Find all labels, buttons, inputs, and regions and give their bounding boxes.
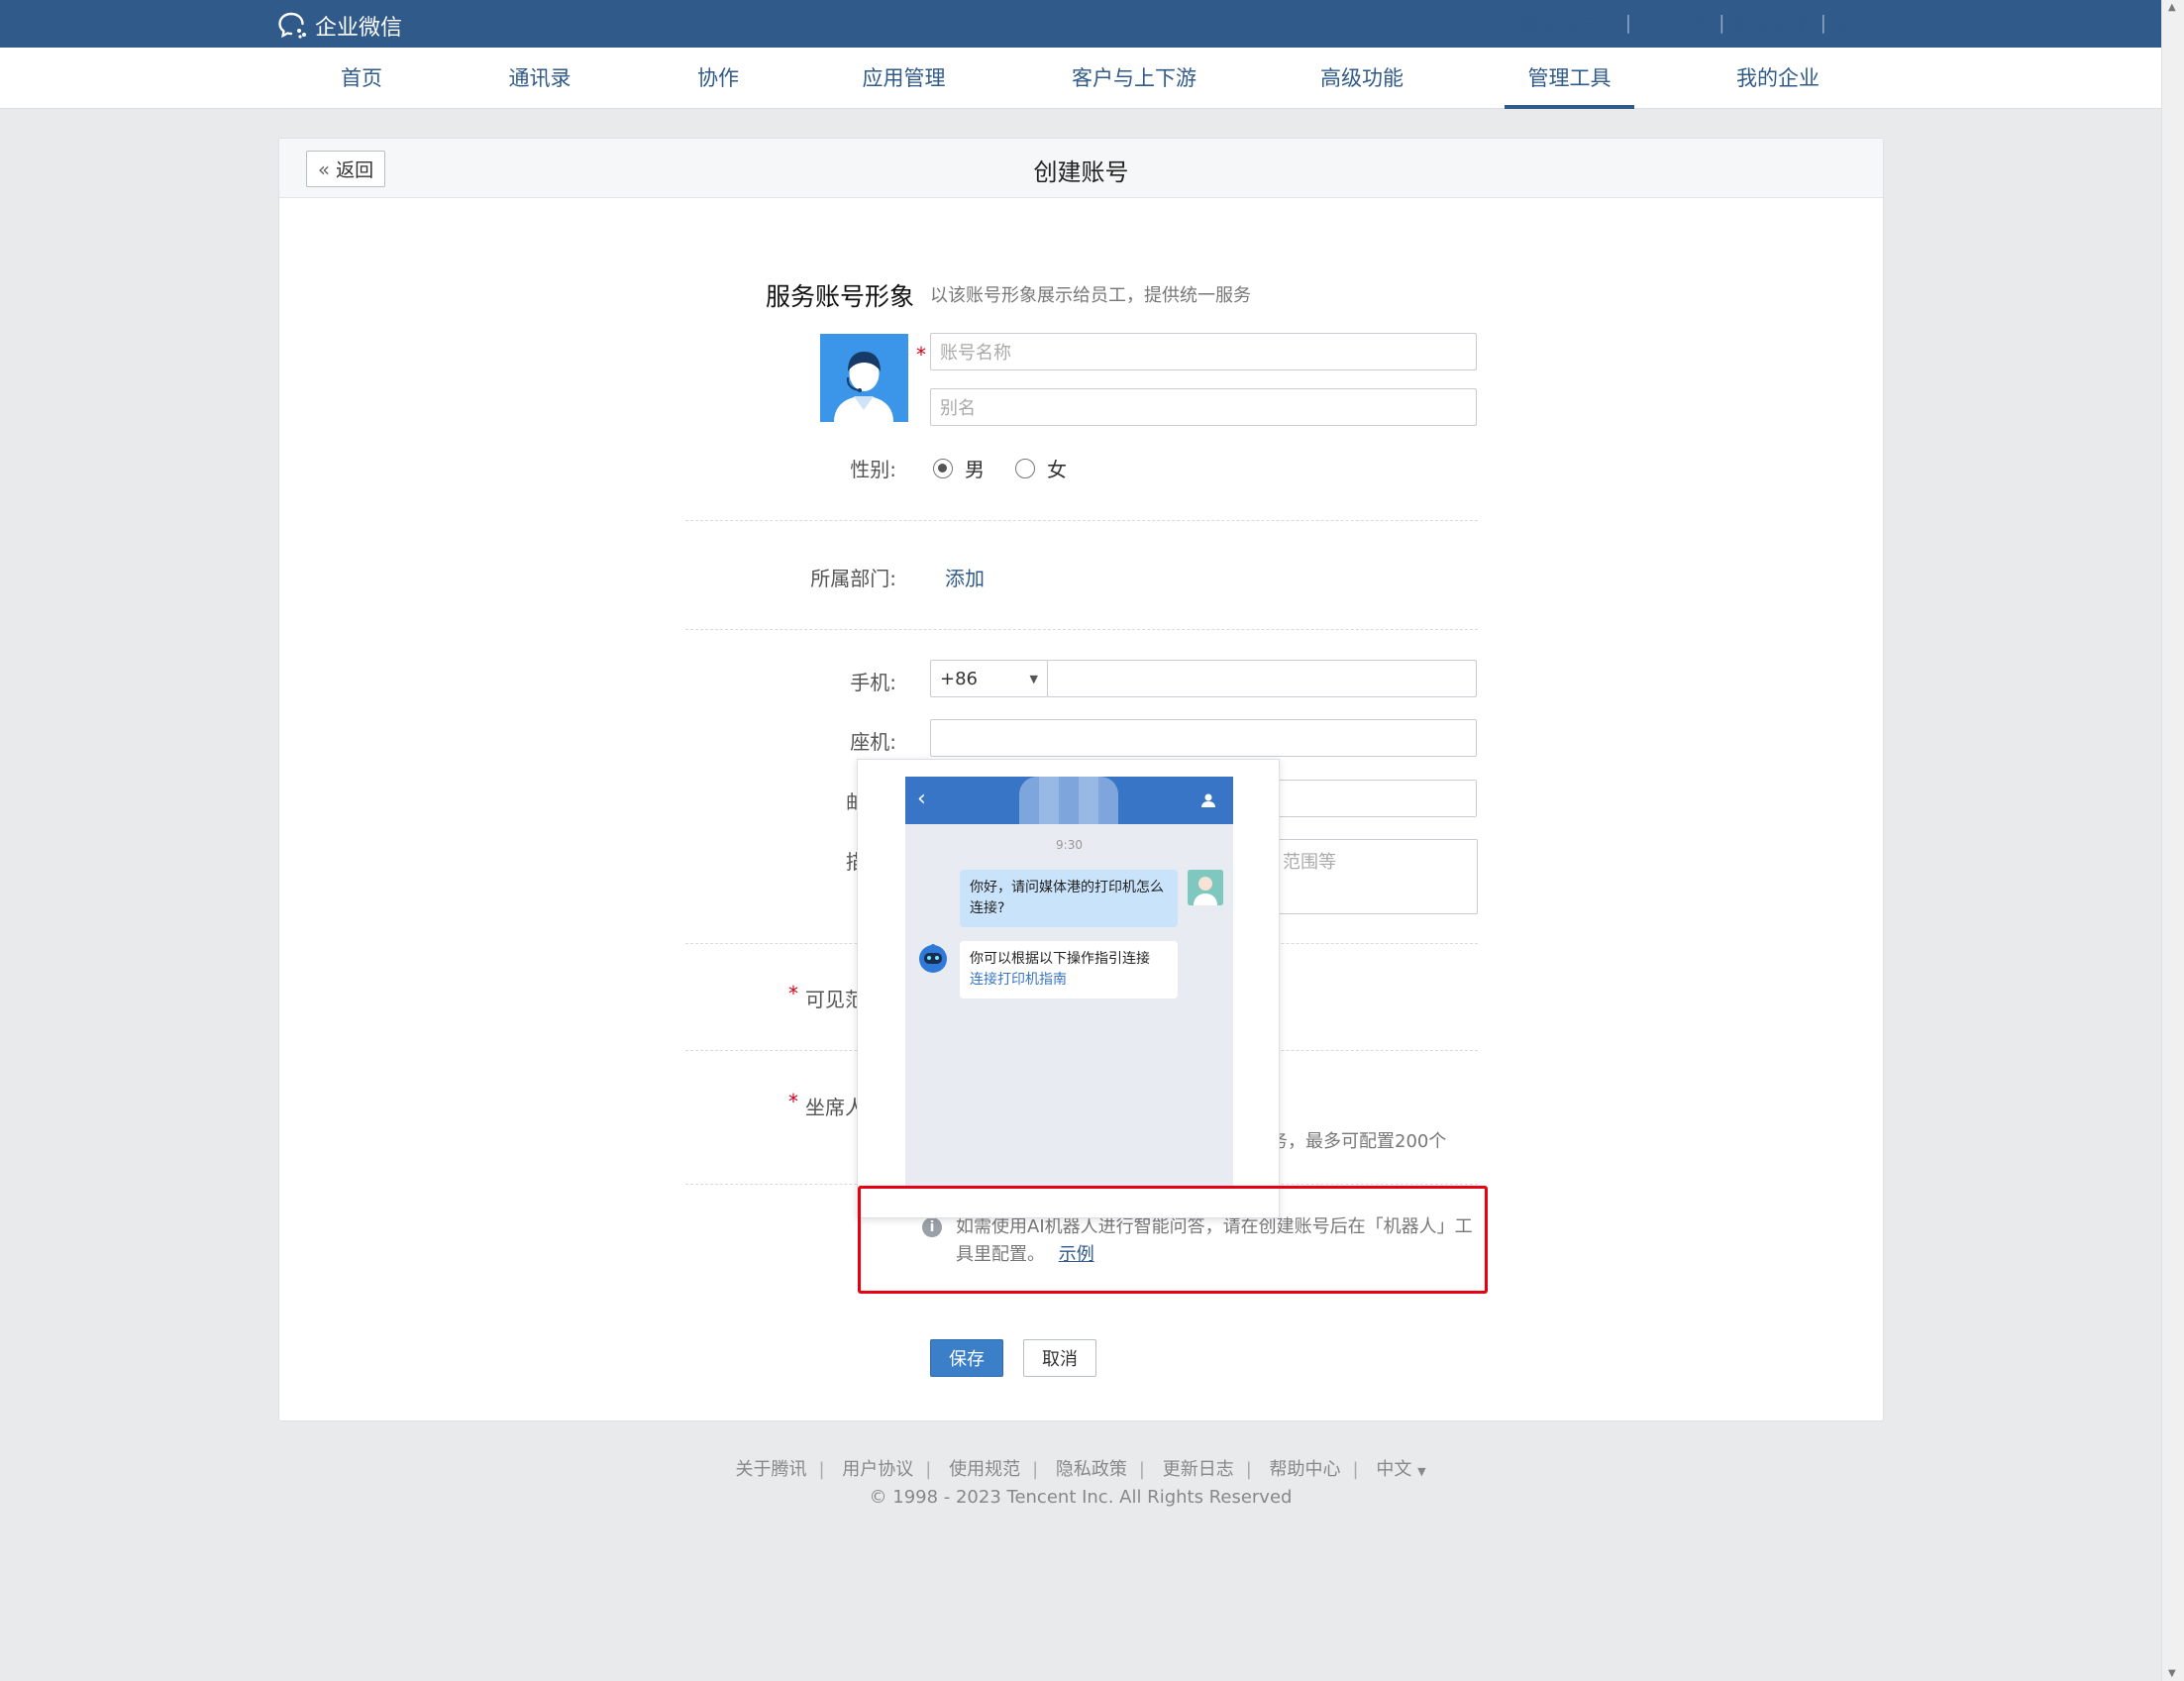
- country-code-value: +86: [940, 668, 978, 689]
- country-code-select[interactable]: +86 ▼: [930, 660, 1048, 697]
- nav-advanced[interactable]: 高级功能: [1312, 48, 1411, 109]
- top-link-partner-admin[interactable]: 服务商后台: [1511, 12, 1625, 39]
- save-button[interactable]: 保存: [930, 1339, 1003, 1377]
- gender-label: 性别:: [850, 458, 896, 481]
- gender-option-female[interactable]: 女: [1015, 454, 1067, 482]
- caret-down-icon: ▼: [1417, 1465, 1426, 1478]
- divider: [685, 629, 1478, 630]
- avatar[interactable]: [820, 334, 908, 422]
- account-name-input[interactable]: 账号名称: [930, 333, 1477, 370]
- nav-management-tools[interactable]: 管理工具: [1505, 48, 1634, 109]
- nav-contacts[interactable]: 通讯录: [500, 48, 579, 109]
- brand-logo[interactable]: 企业微信: [277, 10, 402, 42]
- description-placeholder: 范围等: [1283, 852, 1336, 873]
- required-mark: *: [788, 982, 798, 1005]
- agents-label-partial: 坐席人: [805, 1096, 865, 1119]
- highlight-box: [858, 1186, 1488, 1294]
- card-header: « 返回 创建账号: [279, 139, 1883, 198]
- robot-avatar: [915, 941, 951, 977]
- main-nav: 首页 通讯录 协作 应用管理 客户与上下游 高级功能 管理工具 我的企业: [0, 48, 2161, 109]
- section-hint: 以该账号形象展示给员工，提供统一服务: [930, 285, 1251, 306]
- user-icon: [1201, 793, 1215, 807]
- separator: |: [1245, 1459, 1252, 1480]
- blurred-title: [1019, 777, 1118, 824]
- message-time: 9:30: [1056, 838, 1083, 852]
- required-mark: *: [788, 1090, 798, 1113]
- top-bar: 企业微信 服务商后台 | API文档 | 联系客服 | 退出: [0, 0, 2161, 48]
- alias-placeholder: 别名: [940, 398, 976, 419]
- required-mark: *: [916, 343, 926, 367]
- nav-customers[interactable]: 客户与上下游: [1065, 48, 1203, 109]
- radio-selected-icon[interactable]: [933, 458, 953, 478]
- divider: [685, 520, 1478, 521]
- separator: |: [1138, 1459, 1145, 1480]
- top-links: 服务商后台 | API文档 | 联系客服 | 退出: [1511, 12, 1884, 39]
- chevron-left-icon: ‹: [917, 787, 926, 811]
- footer-link-privacy[interactable]: 隐私政策: [1056, 1459, 1127, 1480]
- nav-app-management[interactable]: 应用管理: [857, 48, 951, 109]
- landline-label: 座机:: [850, 730, 896, 754]
- separator: |: [925, 1459, 932, 1480]
- user-avatar: [1188, 870, 1223, 905]
- alias-input[interactable]: 别名: [930, 388, 1477, 426]
- landline-input[interactable]: [930, 719, 1477, 757]
- phone-title-bar: ‹: [905, 777, 1233, 824]
- section-title: 服务账号形象: [766, 282, 915, 311]
- language-select[interactable]: 中文 ▼: [1376, 1459, 1425, 1480]
- bot-message-link: 连接打印机指南: [970, 972, 1067, 988]
- mobile-label: 手机:: [850, 671, 896, 694]
- separator: |: [1352, 1459, 1359, 1480]
- nav-my-enterprise[interactable]: 我的企业: [1728, 48, 1827, 109]
- user-avatar-icon: [1188, 870, 1223, 905]
- footer-link-terms[interactable]: 用户协议: [842, 1459, 913, 1480]
- user-message-bubble: 你好，请问媒体港的打印机怎么连接?: [960, 870, 1178, 927]
- scroll-down-icon[interactable]: ▼: [2168, 1668, 2176, 1679]
- separator: |: [1032, 1459, 1039, 1480]
- footer-link-about[interactable]: 关于腾讯: [735, 1459, 806, 1480]
- robot-icon: [919, 944, 947, 973]
- bot-message-text: 你可以根据以下操作指引连接: [970, 951, 1150, 967]
- wecom-logo-icon: [278, 12, 306, 39]
- footer-links: 关于腾讯 | 用户协议 | 使用规范 | 隐私政策 | 更新日志 | 帮助中心 | 中文 ▼: [0, 1455, 2161, 1481]
- page-scrollbar[interactable]: ▲ ▼: [2161, 0, 2184, 1681]
- nav-home[interactable]: 首页: [327, 48, 396, 109]
- gender-female-label: 女: [1047, 458, 1067, 481]
- copyright: © 1998 - 2023 Tencent Inc. All Rights Re…: [869, 1487, 1293, 1508]
- caret-down-icon: ▼: [1029, 672, 1038, 685]
- nav-collaboration[interactable]: 协作: [688, 48, 748, 109]
- radio-unselected-icon[interactable]: [1015, 458, 1035, 478]
- example-preview-popup: ‹ 9:30 你好，请问媒体港的打印机怎么连接? 你可以根据以下操作指引连接 连…: [857, 759, 1280, 1218]
- agents-hint-partial: 务，最多可配置200个: [1270, 1131, 1447, 1152]
- language-label: 中文: [1376, 1459, 1412, 1480]
- top-link-api-docs[interactable]: API文档: [1631, 12, 1718, 39]
- mobile-input[interactable]: [1047, 660, 1477, 697]
- footer-link-usage[interactable]: 使用规范: [949, 1459, 1020, 1480]
- account-name-placeholder: 账号名称: [940, 343, 1011, 364]
- scroll-up-icon[interactable]: ▲: [2168, 2, 2176, 13]
- customer-service-avatar-icon: [834, 352, 893, 422]
- separator: |: [818, 1459, 825, 1480]
- visibility-label-partial: 可见范: [805, 988, 865, 1011]
- gender-male-label: 男: [965, 458, 985, 481]
- gender-option-male[interactable]: 男: [933, 454, 985, 482]
- top-link-support[interactable]: 联系客服: [1725, 12, 1820, 39]
- brand-name: 企业微信: [315, 16, 403, 41]
- cancel-button[interactable]: 取消: [1023, 1339, 1096, 1377]
- bot-message-bubble: 你可以根据以下操作指引连接 连接打印机指南: [960, 941, 1178, 998]
- add-department-link[interactable]: 添加: [945, 563, 985, 591]
- department-label: 所属部门:: [810, 567, 896, 590]
- phone-preview: ‹ 9:30 你好，请问媒体港的打印机怎么连接? 你可以根据以下操作指引连接 连…: [905, 777, 1233, 1189]
- footer-link-help[interactable]: 帮助中心: [1270, 1459, 1341, 1480]
- footer-link-changelog[interactable]: 更新日志: [1163, 1459, 1234, 1480]
- top-link-logout[interactable]: 退出: [1826, 12, 1884, 39]
- page-title: 创建账号: [1033, 158, 1129, 186]
